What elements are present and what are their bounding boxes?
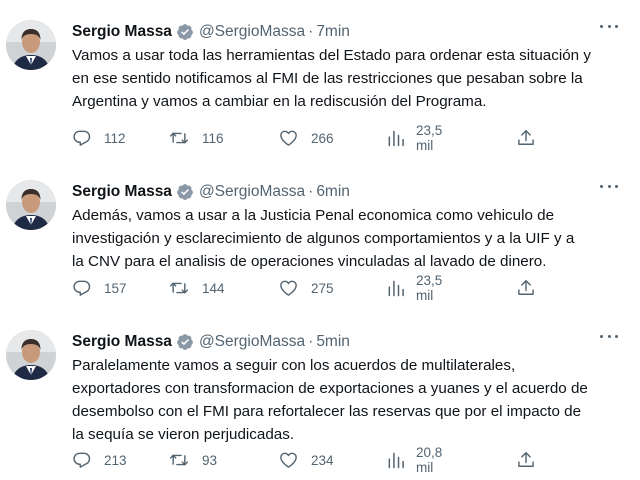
view-count: 20,8 mil	[416, 445, 443, 475]
retweet-icon	[168, 128, 190, 148]
tweet-header: Sergio Massa @SergioMassa · 5min	[72, 330, 350, 354]
separator: ·	[308, 183, 314, 200]
like-count: 266	[311, 130, 334, 146]
tweet-text: Vamos a usar toda las herramientas del E…	[72, 44, 632, 113]
avatar[interactable]	[6, 20, 56, 70]
like-count: 275	[311, 280, 334, 296]
retweet-icon	[168, 278, 190, 298]
reply-button[interactable]: 112	[72, 126, 126, 150]
verified-badge-icon	[176, 23, 194, 41]
verified-badge-icon	[176, 183, 194, 201]
retweet-button[interactable]: 144	[168, 276, 225, 300]
heart-icon	[278, 278, 299, 298]
retweet-count: 144	[202, 280, 225, 296]
retweet-button[interactable]: 93	[168, 448, 217, 472]
reply-count: 157	[104, 280, 127, 296]
reply-icon	[72, 278, 92, 298]
retweet-button[interactable]: 116	[168, 126, 224, 150]
like-button[interactable]: 275	[278, 276, 334, 300]
views-icon	[386, 278, 406, 298]
tweet-text-line: investigación y esclarecimiento de algun…	[72, 230, 575, 247]
tweet-text-line: exportadores con transformacion de expor…	[72, 380, 588, 397]
separator: ·	[308, 333, 314, 350]
views-icon	[386, 450, 406, 470]
tweet[interactable]: Sergio Massa @SergioMassa · 6min Además,…	[0, 160, 640, 310]
tweet[interactable]: Sergio Massa @SergioMassa · 7min Vamos a…	[0, 0, 640, 160]
reply-icon	[72, 450, 92, 470]
timestamp[interactable]: 6min	[316, 183, 350, 201]
reply-count: 213	[104, 452, 127, 468]
tweet-text-line: la sequía se vieron perjudicadas.	[72, 426, 295, 443]
heart-icon	[278, 450, 299, 470]
author-handle[interactable]: @SergioMassa	[199, 183, 305, 201]
share-icon	[516, 450, 536, 470]
separator: ·	[308, 23, 314, 40]
tweet-text-line: Vamos a usar toda las herramientas del E…	[72, 47, 591, 64]
retweet-icon	[168, 450, 190, 470]
tweet-text-line: desembolso con el FMI para refortalecer …	[72, 403, 582, 420]
more-icon[interactable]	[600, 180, 618, 192]
view-count: 23,5 mil	[416, 273, 443, 303]
author-handle[interactable]: @SergioMassa	[199, 23, 305, 41]
views-button[interactable]: 23,5 mil	[386, 123, 443, 153]
author-name[interactable]: Sergio Massa	[72, 23, 172, 41]
author-name[interactable]: Sergio Massa	[72, 183, 172, 201]
like-count: 234	[311, 452, 334, 468]
tweet-text: Paralelamente vamos a seguir con los acu…	[72, 354, 632, 446]
tweet-text-line: Argentina y vamos a cambiar en la redisc…	[72, 93, 487, 110]
timestamp[interactable]: 5min	[316, 333, 350, 351]
timestamp[interactable]: 7min	[316, 23, 350, 41]
tweet-text-line: en ese sentido notificamos al FMI de las…	[72, 70, 583, 87]
tweet-header: Sergio Massa @SergioMassa · 6min	[72, 180, 350, 204]
avatar[interactable]	[6, 330, 56, 380]
heart-icon	[278, 128, 299, 148]
like-button[interactable]: 234	[278, 448, 334, 472]
share-icon	[516, 128, 536, 148]
author-handle[interactable]: @SergioMassa	[199, 333, 305, 351]
tweet-text: Además, vamos a usar a la Justicia Penal…	[72, 204, 632, 273]
views-button[interactable]: 23,5 mil	[386, 273, 443, 303]
tweet-text-line: la CNV para el analisis de operaciones v…	[72, 253, 547, 270]
share-button[interactable]	[516, 276, 536, 300]
tweet-header: Sergio Massa @SergioMassa · 7min	[72, 20, 350, 44]
more-icon[interactable]	[600, 20, 618, 32]
reply-button[interactable]: 213	[72, 448, 127, 472]
author-name[interactable]: Sergio Massa	[72, 333, 172, 351]
like-button[interactable]: 266	[278, 126, 334, 150]
views-button[interactable]: 20,8 mil	[386, 445, 443, 475]
tweet-text-line: Paralelamente vamos a seguir con los acu…	[72, 357, 516, 374]
view-count: 23,5 mil	[416, 123, 443, 153]
tweet-text-line: Además, vamos a usar a la Justicia Penal…	[72, 207, 555, 224]
reply-icon	[72, 128, 92, 148]
reply-button[interactable]: 157	[72, 276, 127, 300]
avatar[interactable]	[6, 180, 56, 230]
verified-badge-icon	[176, 333, 194, 351]
share-button[interactable]	[516, 448, 536, 472]
share-icon	[516, 278, 536, 298]
views-icon	[386, 128, 406, 148]
more-icon[interactable]	[600, 330, 618, 342]
retweet-count: 116	[202, 130, 224, 146]
share-button[interactable]	[516, 126, 536, 150]
retweet-count: 93	[202, 452, 218, 468]
tweet[interactable]: Sergio Massa @SergioMassa · 5min Paralel…	[0, 310, 640, 480]
reply-count: 112	[104, 130, 126, 146]
